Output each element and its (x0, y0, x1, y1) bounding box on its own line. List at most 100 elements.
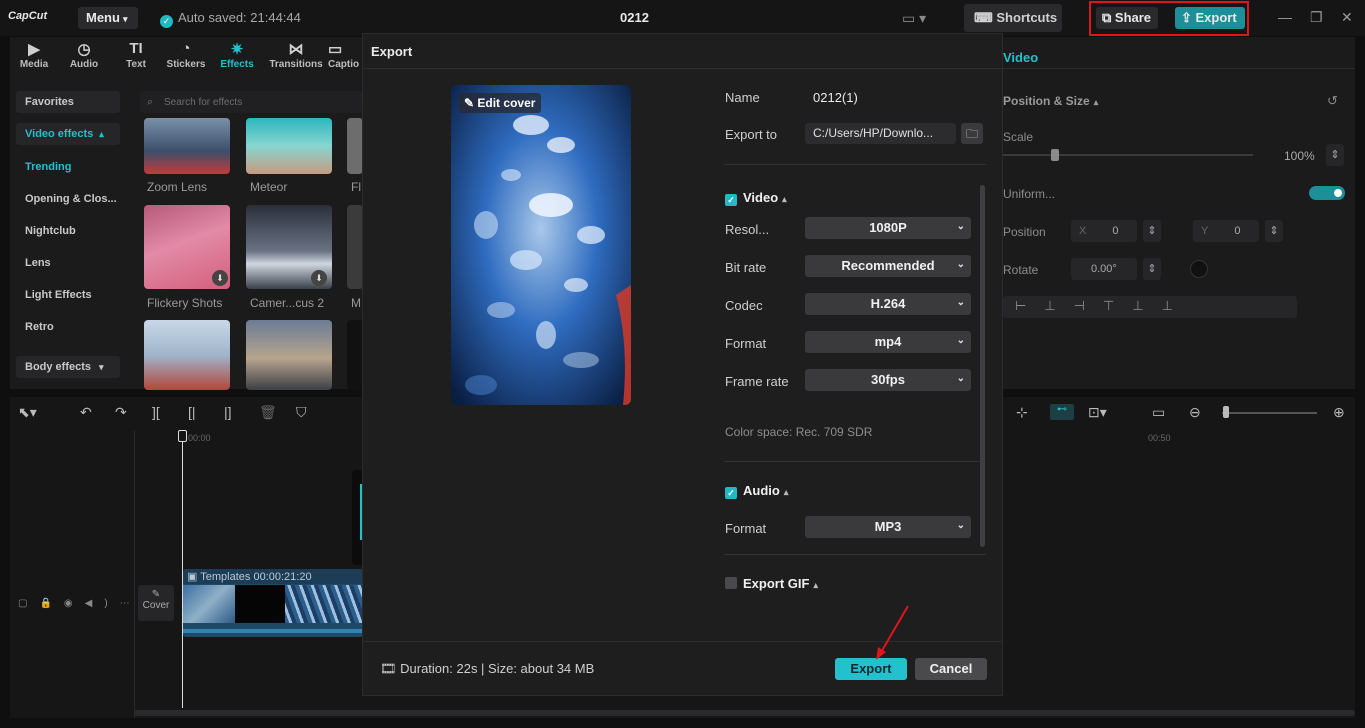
settings-scrollbar[interactable] (980, 185, 985, 547)
scale-slider-handle[interactable] (1051, 149, 1059, 161)
rotate-field[interactable]: 0.00° (1071, 258, 1137, 280)
video-clip[interactable]: ▣ Templates 00:00:21:20 (183, 569, 363, 637)
cancel-button[interactable]: Cancel (915, 658, 987, 680)
select-tool-icon[interactable]: ⬉▾ (18, 404, 37, 421)
reset-icon[interactable]: ↺ (1327, 93, 1338, 109)
name-input[interactable]: 0212(1) (813, 90, 858, 105)
tool-effects[interactable]: ✷Effects (214, 40, 260, 70)
zoom-out-icon[interactable]: ⊖ (1189, 404, 1201, 421)
tool-media[interactable]: ▶Media (11, 40, 57, 70)
category-trending[interactable]: Trending (25, 161, 71, 173)
category-nightclub[interactable]: Nightclub (25, 225, 76, 237)
zoom-in-icon[interactable]: ⊕ (1333, 404, 1345, 421)
stepper-icon[interactable]: ⇕ (1143, 220, 1161, 242)
gif-section-toggle[interactable]: Export GIF▴ (725, 576, 818, 591)
redo-icon[interactable]: ↷ (115, 404, 127, 421)
search-icon: ⌕ (147, 96, 153, 109)
clip-frame (285, 585, 363, 623)
shortcuts-button[interactable]: ⌨ Shortcuts (964, 4, 1062, 32)
link-icon[interactable]: ⊷ (1050, 404, 1074, 420)
audio-section-label: Audio (743, 483, 780, 498)
split-left-icon[interactable]: [| (188, 404, 196, 420)
effect-thumb-zoom-lens[interactable] (144, 118, 230, 174)
tab-video[interactable]: Video (1003, 50, 1038, 65)
caption-icon[interactable]: ▭ (1152, 404, 1165, 421)
y-label: Y (1201, 225, 1208, 237)
download-icon[interactable]: ⬇ (212, 270, 228, 286)
effect-thumb-meteor[interactable] (246, 118, 332, 174)
chevron-up-icon: ▴ (782, 194, 787, 204)
effect-thumb[interactable] (144, 320, 230, 390)
framerate-select[interactable]: 30fps⌄ (805, 369, 971, 391)
category-opening[interactable]: Opening & Clos... (25, 193, 117, 205)
export-path-field[interactable]: C:/Users/HP/Downlo... (805, 123, 956, 144)
stepper-icon[interactable]: ⇕ (1326, 144, 1344, 166)
resolution-select[interactable]: 1080P⌄ (805, 217, 971, 239)
scale-slider[interactable] (1003, 154, 1253, 156)
uniform-scale-toggle[interactable] (1309, 186, 1345, 200)
tool-captions[interactable]: ▭Captio (328, 40, 364, 70)
split-icon[interactable]: ][ (152, 404, 160, 420)
rotate-dial[interactable] (1190, 260, 1208, 278)
codec-select[interactable]: H.264⌄ (805, 293, 971, 315)
track-header-divider (134, 431, 135, 718)
split-right-icon[interactable]: |] (224, 404, 232, 420)
effect-thumb-fl[interactable] (347, 118, 363, 174)
category-video-effects[interactable]: Video effects ▴ (16, 123, 120, 145)
position-y-field[interactable]: Y0 (1193, 220, 1259, 242)
stepper-icon[interactable]: ⇕ (1265, 220, 1283, 242)
scale-value[interactable]: 100% (1284, 149, 1315, 163)
delete-icon[interactable]: 🗑 (259, 404, 277, 421)
layout-icon[interactable]: ▭ ▾ (902, 10, 926, 27)
tool-stickers[interactable]: ◔Stickers (163, 40, 209, 70)
section-position-size[interactable]: Position & Size▴ (1003, 94, 1098, 108)
position-label: Position (1003, 225, 1046, 239)
effect-thumb-m[interactable] (347, 205, 363, 289)
maximize-icon[interactable]: ❐ (1310, 9, 1323, 26)
minimize-icon[interactable]: — (1278, 9, 1292, 25)
shield-icon[interactable]: ⛉ (296, 404, 307, 421)
audio-format-select[interactable]: MP3⌄ (805, 516, 971, 538)
track-controls[interactable]: ▢🔒◉◀)⋯ (18, 598, 142, 609)
category-label: Body effects (25, 361, 91, 373)
bitrate-label: Bit rate (725, 260, 766, 275)
folder-icon[interactable]: 🗀 (961, 123, 983, 144)
effect-thumb[interactable] (246, 320, 332, 390)
align-toolbar[interactable]: ⊢⊥⊣⊤⊥⊥ (1003, 296, 1297, 318)
divider (1002, 68, 1355, 69)
audio-section-toggle[interactable]: ✓Audio▴ (725, 483, 788, 499)
category-favorites[interactable]: Favorites (16, 91, 120, 113)
snap-icon[interactable]: ⊹ (1016, 404, 1028, 421)
preview-axis-icon[interactable]: ⊡▾ (1088, 404, 1107, 421)
effect-thumb[interactable] (347, 320, 363, 390)
menu-button[interactable]: Menu▾ (78, 7, 138, 29)
zoom-slider[interactable] (1222, 412, 1317, 414)
category-retro[interactable]: Retro (25, 321, 54, 333)
tool-transitions[interactable]: ⋈Transitions (268, 40, 324, 70)
cover-button[interactable]: ✎Cover (138, 585, 174, 621)
zoom-slider-handle[interactable] (1223, 406, 1229, 418)
annotation-arrow (870, 602, 914, 662)
category-label: Video effects (25, 128, 93, 140)
bitrate-select[interactable]: Recommended⌄ (805, 255, 971, 277)
section-label: Position & Size (1003, 94, 1090, 108)
position-x-field[interactable]: X0 (1071, 220, 1137, 242)
chevron-up-icon: ▴ (99, 129, 104, 139)
close-icon[interactable]: ✕ (1341, 9, 1353, 26)
download-icon[interactable]: ⬇ (311, 270, 327, 286)
category-light-effects[interactable]: Light Effects (25, 289, 92, 301)
stepper-icon[interactable]: ⇕ (1143, 258, 1161, 280)
export-summary-text: Duration: 22s | Size: about 34 MB (400, 661, 594, 676)
category-lens[interactable]: Lens (25, 257, 51, 269)
divider (724, 164, 986, 165)
effects-search-input[interactable]: Search for effects (140, 91, 362, 113)
edit-cover-button[interactable]: ✎ Edit cover (459, 93, 541, 113)
tool-text[interactable]: TIText (113, 40, 159, 70)
undo-icon[interactable]: ↶ (80, 404, 92, 421)
playhead-handle[interactable] (178, 430, 187, 442)
video-section-toggle[interactable]: ✓Video▴ (725, 190, 787, 206)
tool-audio[interactable]: ◷Audio (61, 40, 107, 70)
category-body-effects[interactable]: Body effects▾ (16, 356, 120, 378)
format-select[interactable]: mp4⌄ (805, 331, 971, 353)
horizontal-scrollbar[interactable] (134, 710, 1355, 716)
